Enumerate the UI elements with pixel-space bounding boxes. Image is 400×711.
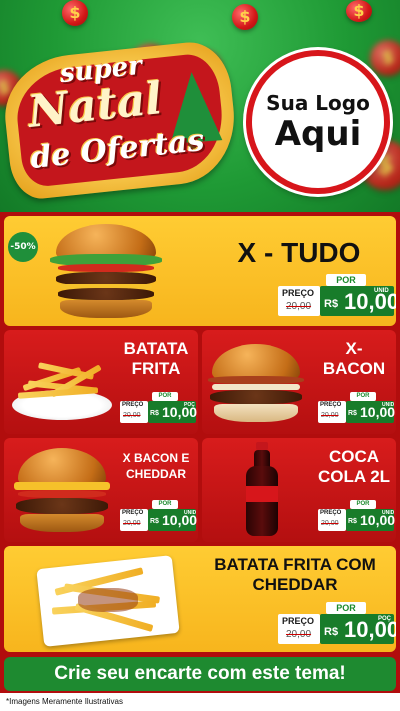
por-label: POR	[326, 602, 366, 614]
product-title-l2: COLA 2L	[317, 467, 391, 486]
por-label: POR	[350, 500, 376, 509]
cta-banner[interactable]: Crie seu encarte com este tema!	[4, 657, 396, 691]
preco-label: PREÇO	[320, 510, 342, 516]
brand-logo-placeholder: Sua Logo Aqui	[246, 50, 390, 194]
coin-icon: $	[370, 40, 400, 76]
currency: R$	[150, 518, 159, 525]
price-tag: POR PREÇO 20,00 R$ 10,00 UNID	[278, 274, 396, 320]
preco-label: PREÇO	[282, 616, 315, 626]
product-title-l1: X-	[345, 339, 363, 358]
price-tag: POR PREÇO 20,00 R$ 10,00 UNID	[318, 500, 395, 534]
product-title-l2: CHEDDAR	[252, 575, 338, 594]
unit-label: POÇ	[378, 616, 392, 622]
product-card-x-tudo: X - TUDO POR PREÇO 20,00 R$ 10,00 UNID	[4, 216, 396, 326]
old-price: 20,00	[123, 412, 141, 419]
product-title-l2: FRITA	[131, 359, 181, 378]
product-card-batata-frita: BATATA FRITA POR PREÇO 20,00 R$ 10,00 PO…	[4, 330, 198, 434]
footer-note: *Imagens Meramente Ilustrativas	[0, 693, 400, 711]
preco-label: PREÇO	[282, 288, 315, 298]
preco-label: PREÇO	[122, 402, 144, 408]
price-tag: POR PREÇO 20,00 R$ 10,00 UNID	[120, 500, 197, 534]
currency: R$	[348, 410, 357, 417]
por-label: POR	[152, 500, 178, 509]
currency: R$	[150, 410, 159, 417]
currency: R$	[324, 626, 339, 638]
unit-label: UNID	[184, 510, 197, 516]
product-title-l2: CHEDDAR	[126, 467, 186, 481]
burger-image	[10, 448, 114, 536]
burger-image	[46, 224, 166, 320]
header-banner: $ $ $ $ $ $ $ $ super Natal de Ofertas S…	[0, 0, 400, 212]
unit-label: UNID	[382, 402, 395, 408]
preco-label: PREÇO	[122, 510, 144, 516]
product-title-l2: BACON	[322, 359, 386, 378]
old-price: 20,00	[123, 520, 141, 527]
product-card-x-bacon: X- BACON POR PREÇO 20,00 R$ 10,00 UNID	[202, 330, 396, 434]
coin-icon: $	[62, 0, 88, 26]
old-price: 20,00	[286, 629, 312, 640]
product-title-l1: COCA	[328, 447, 380, 466]
currency: R$	[324, 298, 339, 310]
product-title-l1: BATATA	[123, 339, 189, 358]
product-card-coca-cola: COCA COLA 2L POR PREÇO 20,00 R$ 10,00 UN…	[202, 438, 396, 542]
price-tag: POR PREÇO 20,00 R$ 10,00 POÇ	[278, 602, 396, 648]
old-price: 20,00	[286, 301, 312, 312]
product-title-l1: X BACON E	[122, 451, 190, 465]
coin-icon: $	[232, 4, 258, 30]
por-label: POR	[350, 392, 376, 401]
product-title-l1: BATATA FRITA COM	[214, 555, 376, 574]
unit-label: UNID	[382, 510, 395, 516]
discount-badge: -50%	[8, 232, 38, 262]
brand-line2: Aqui	[274, 114, 362, 154]
brand-line1: Sua Logo	[266, 91, 370, 115]
soda-bottle-image	[242, 442, 282, 538]
product-title: X - TUDO	[237, 237, 361, 268]
old-price: 20,00	[321, 520, 339, 527]
por-label: POR	[326, 274, 366, 286]
price-tag: POR PREÇO 20,00 R$ 10,00 POÇ	[120, 392, 197, 426]
unit-label: UNID	[374, 288, 389, 294]
fries-image	[8, 350, 116, 430]
product-card-x-bacon-cheddar: X BACON E CHEDDAR POR PREÇO 20,00 R$ 10,…	[4, 438, 198, 542]
por-label: POR	[152, 392, 178, 401]
price-tag: POR PREÇO 20,00 R$ 10,00 UNID	[318, 392, 395, 426]
currency: R$	[348, 518, 357, 525]
old-price: 20,00	[321, 412, 339, 419]
burger-image	[206, 342, 306, 426]
coin-icon: $	[346, 0, 372, 22]
unit-label: POÇ	[184, 402, 195, 408]
preco-label: PREÇO	[320, 402, 342, 408]
fries-cheddar-image	[34, 554, 184, 647]
product-card-batata-cheddar: BATATA FRITA COM CHEDDAR POR PREÇO 20,00…	[4, 546, 396, 652]
